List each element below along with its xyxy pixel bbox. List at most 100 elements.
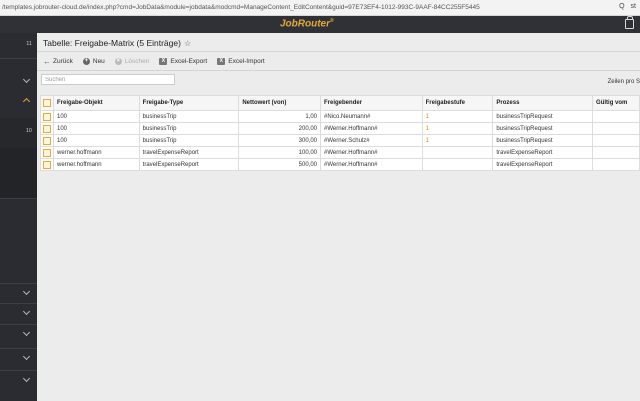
cell-type: travelExpenseReport — [138, 146, 240, 159]
select-all-cell[interactable] — [40, 95, 54, 111]
chevron-down-icon[interactable] — [22, 307, 31, 316]
row-checkbox-cell[interactable] — [40, 134, 54, 147]
sidebar-divider — [0, 370, 37, 371]
arrow-left-icon: ← — [43, 56, 51, 66]
new-button[interactable]: + Neu — [82, 57, 105, 65]
browser-actions: Q st — [619, 3, 636, 10]
main-content: Tabelle: Freigabe-Matrix (5 Einträge) ☆ … — [37, 33, 640, 401]
chevron-down-icon[interactable] — [22, 75, 31, 84]
chevron-down-icon[interactable] — [22, 287, 31, 296]
column-header[interactable]: Freigebender — [320, 95, 423, 111]
excel-import-icon: X — [217, 57, 226, 65]
rows-per-page-label: Zeilen pro S — [607, 79, 640, 85]
browser-url-bar[interactable]: /templates.jobrouter-cloud.de/index.php?… — [0, 0, 640, 16]
sidebar-divider — [0, 348, 37, 349]
toolbar: ← Zurück + Neu × Löschen X Excel-Export … — [43, 55, 265, 67]
divider — [37, 51, 640, 52]
column-header[interactable]: Nettowert (von) — [238, 95, 322, 111]
row-checkbox[interactable] — [43, 160, 51, 169]
cell-object: 100 — [53, 134, 140, 147]
table-row[interactable]: 100 businessTrip 200,00 #Werner.Hoffmann… — [40, 122, 640, 135]
cell-net-value: 200,00 — [238, 122, 322, 135]
table-row[interactable]: 100 businessTrip 300,00 #Werner.Schulz# … — [40, 134, 640, 147]
cell-object: werner.hoffmann — [53, 158, 140, 171]
cell-level: 1 — [421, 110, 494, 123]
cell-level — [421, 146, 494, 159]
sidebar-count-1: 11 — [26, 41, 32, 47]
row-checkbox[interactable] — [43, 148, 51, 157]
sidebar-divider — [0, 58, 37, 59]
sidebar-divider — [0, 324, 37, 325]
sidebar-divider — [0, 303, 37, 304]
cell-level — [421, 158, 494, 171]
cell-approver: #Nico.Neumann# — [320, 110, 423, 123]
cell-valid-from — [592, 146, 640, 159]
cell-level: 1 — [421, 122, 494, 135]
sidebar: 11 10 — [0, 33, 37, 401]
table-header-row: Freigabe-Objekt Freigabe-Type Nettowert … — [40, 95, 640, 111]
sidebar-count-2: 10 — [25, 128, 32, 134]
delete-button[interactable]: × Löschen — [114, 57, 149, 65]
cell-process: travelExpenseReport — [492, 146, 594, 159]
chevron-down-icon[interactable] — [22, 328, 31, 337]
close-icon: × — [114, 57, 122, 65]
excel-export-button[interactable]: X Excel-Export — [159, 57, 207, 65]
cell-valid-from — [592, 158, 640, 171]
row-checkbox-cell[interactable] — [40, 110, 54, 123]
row-checkbox[interactable] — [43, 112, 51, 121]
column-header[interactable]: Prozess — [492, 95, 594, 111]
row-checkbox[interactable] — [43, 124, 51, 133]
row-checkbox-cell[interactable] — [40, 122, 54, 135]
back-button[interactable]: ← Zurück — [43, 56, 73, 66]
cell-approver: #Werner.Hoffmann# — [320, 122, 423, 135]
divider — [37, 70, 640, 71]
zoom-icon[interactable]: Q — [619, 3, 624, 10]
briefcase-icon[interactable] — [625, 16, 634, 29]
column-header[interactable]: Freigabestufe — [421, 95, 494, 111]
cell-valid-from — [592, 110, 640, 123]
cell-valid-from — [592, 122, 640, 135]
plus-icon: + — [82, 57, 90, 65]
chevron-down-icon[interactable] — [22, 352, 31, 361]
excel-export-icon: X — [159, 57, 168, 65]
column-header[interactable]: Freigabe-Objekt — [53, 95, 140, 111]
jobrouter-logo[interactable]: JobRouter® — [280, 18, 334, 29]
cell-object: 100 — [53, 122, 140, 135]
table-row[interactable]: 100 businessTrip 1,00 #Nico.Neumann# 1 b… — [40, 110, 640, 123]
cell-object: werner.hoffmann — [53, 146, 140, 159]
cell-process: businessTripRequest — [492, 110, 594, 123]
cell-process: businessTripRequest — [492, 134, 594, 147]
cell-net-value: 1,00 — [238, 110, 322, 123]
row-checkbox-cell[interactable] — [40, 158, 54, 171]
cell-net-value: 100,00 — [238, 146, 322, 159]
row-checkbox-cell[interactable] — [40, 146, 54, 159]
row-checkbox[interactable] — [43, 136, 51, 145]
table-row[interactable]: werner.hoffmann travelExpenseReport 500,… — [40, 158, 640, 171]
data-table: Freigabe-Objekt Freigabe-Type Nettowert … — [40, 95, 640, 171]
cell-valid-from — [592, 134, 640, 147]
cell-level: 1 — [421, 134, 494, 147]
cell-process: travelExpenseReport — [492, 158, 594, 171]
star-icon[interactable]: ☆ — [184, 39, 191, 48]
excel-import-button[interactable]: X Excel-Import — [217, 57, 265, 65]
page-title-row: Tabelle: Freigabe-Matrix (5 Einträge) ☆ — [43, 38, 191, 48]
sidebar-divider — [0, 283, 37, 284]
cell-approver: #Werner.Schulz# — [320, 134, 423, 147]
app-header: JobRouter® — [0, 16, 640, 33]
column-header[interactable]: Freigabe-Type — [138, 95, 240, 111]
column-header[interactable]: Gültig vom — [592, 95, 640, 111]
cell-type: businessTrip — [138, 110, 240, 123]
table-row[interactable]: werner.hoffmann travelExpenseReport 100,… — [40, 146, 640, 159]
cell-object: 100 — [53, 110, 140, 123]
chevron-up-icon[interactable] — [22, 97, 31, 106]
cell-type: businessTrip — [138, 134, 240, 147]
share-icon[interactable]: st — [631, 3, 636, 10]
url-text[interactable]: /templates.jobrouter-cloud.de/index.php?… — [0, 4, 560, 11]
cell-process: businessTripRequest — [492, 122, 594, 135]
select-all-checkbox[interactable] — [43, 99, 51, 107]
search-input[interactable] — [41, 74, 175, 85]
cell-type: businessTrip — [138, 122, 240, 135]
chevron-down-icon[interactable] — [22, 374, 31, 383]
sidebar-submenu — [0, 148, 37, 198]
page-title: Tabelle: Freigabe-Matrix (5 Einträge) — [43, 38, 181, 48]
